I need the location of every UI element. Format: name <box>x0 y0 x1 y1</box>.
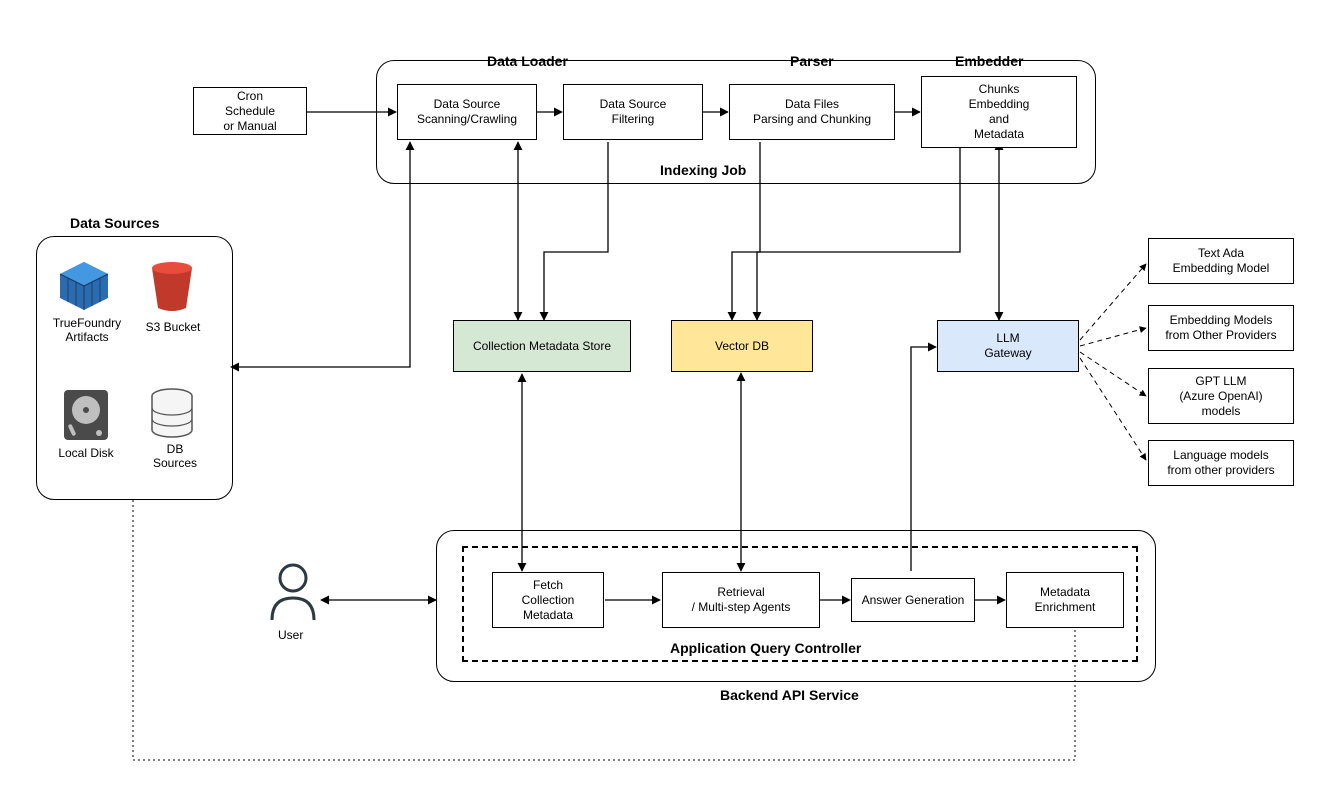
controller-label: Application Query Controller <box>670 640 861 656</box>
parser-label: Parser <box>790 53 834 69</box>
vector-db: Vector DB <box>671 320 813 372</box>
fetch-box: Fetch Collection Metadata <box>492 572 604 628</box>
embed-box: Chunks Embedding and Metadata <box>921 76 1077 148</box>
answer-box: Answer Generation <box>851 578 975 622</box>
llm-gpt-box: GPT LLM (Azure OpenAI) models <box>1148 368 1294 424</box>
data-sources-label: Data Sources <box>70 215 159 231</box>
localdisk-label: Local Disk <box>56 446 116 460</box>
data-loader-label: Data Loader <box>487 53 568 69</box>
llm-ada-box: Text Ada Embedding Model <box>1148 238 1294 284</box>
cron-box: Cron Schedule or Manual <box>193 87 307 135</box>
data-sources-frame <box>36 236 233 500</box>
backend-label: Backend API Service <box>720 687 859 703</box>
filter-box: Data Source Filtering <box>563 84 703 140</box>
s3-label: S3 Bucket <box>143 320 203 334</box>
collection-metadata-store: Collection Metadata Store <box>453 320 631 372</box>
enrich-box: Metadata Enrichment <box>1006 572 1124 628</box>
llm-emb-other-box: Embedding Models from Other Providers <box>1148 305 1294 351</box>
db-label: DB Sources <box>150 442 200 470</box>
llm-gateway: LLM Gateway <box>937 320 1079 372</box>
user-icon <box>272 565 314 620</box>
scan-box: Data Source Scanning/Crawling <box>397 84 537 140</box>
truefoundry-label: TrueFoundry Artifacts <box>52 316 122 344</box>
embedder-label: Embedder <box>955 53 1023 69</box>
parse-box: Data Files Parsing and Chunking <box>729 84 895 140</box>
llm-lang-other-box: Language models from other providers <box>1148 440 1294 486</box>
retrieval-box: Retrieval / Multi-step Agents <box>662 572 820 628</box>
user-label: User <box>278 628 303 642</box>
indexing-job-label: Indexing Job <box>660 162 746 178</box>
